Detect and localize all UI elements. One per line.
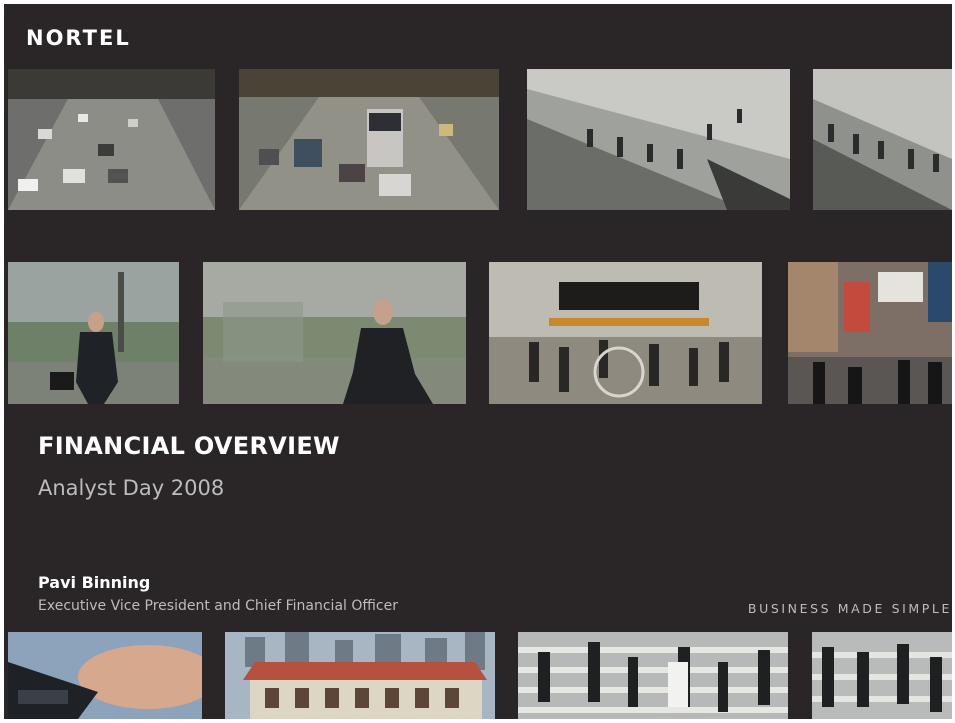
crosswalk-crowd-photo	[518, 632, 788, 719]
tagline: BUSINESS MADE SIMPLE	[747, 601, 952, 616]
presenter-name: Pavi Binning	[38, 573, 151, 592]
escalator-crowd-photo-2	[813, 69, 952, 210]
slide: NORTEL FINANCIAL OVERVIEW Analyst Day 20…	[4, 4, 952, 719]
businessman-running-photo	[8, 262, 179, 404]
crosswalk-crowd-photo-2	[812, 632, 952, 719]
escalator-crowd-photo	[527, 69, 790, 210]
city-street-crowd-photo	[788, 262, 952, 404]
slide-subtitle: Analyst Day 2008	[38, 476, 225, 500]
city-buildings-photo	[225, 632, 495, 719]
presenter-role: Executive Vice President and Chief Finan…	[38, 598, 398, 614]
city-traffic-photo	[8, 69, 215, 210]
city-traffic-bus-photo	[239, 69, 499, 210]
nortel-logo: NORTEL	[26, 26, 131, 50]
handheld-device-photo	[8, 632, 202, 719]
train-station-concourse-photo	[489, 262, 762, 404]
businessman-running-blur-photo	[203, 262, 466, 404]
slide-title: FINANCIAL OVERVIEW	[38, 432, 340, 460]
